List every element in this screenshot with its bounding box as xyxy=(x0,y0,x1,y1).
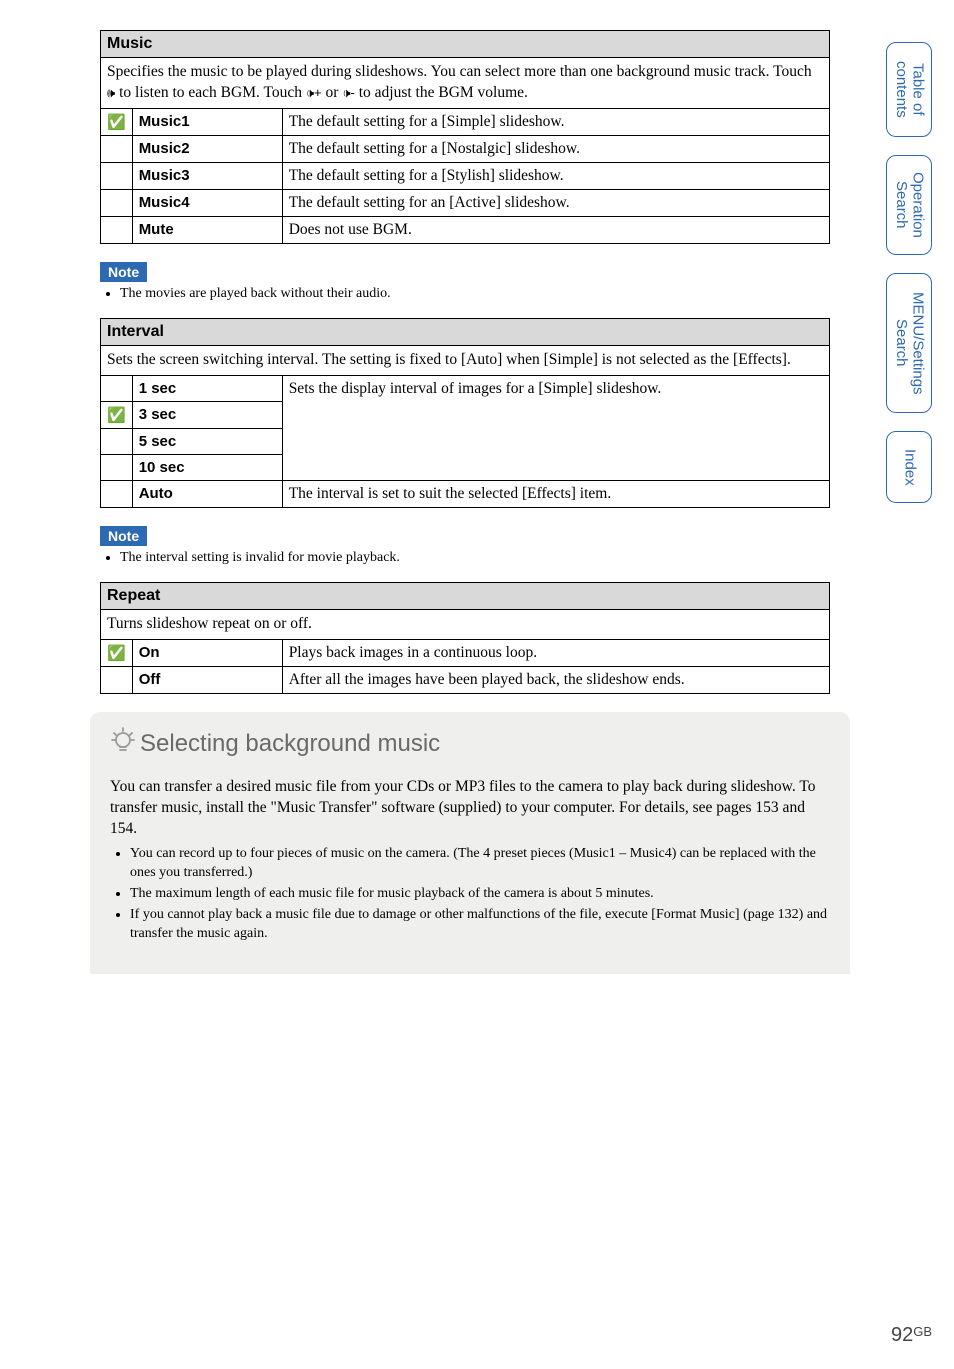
tip-title: Selecting background music xyxy=(110,726,830,763)
tip-text: You can transfer a desired music file fr… xyxy=(110,777,830,840)
table-row: MuteDoes not use BGM. xyxy=(101,216,830,243)
table-row: Music4The default setting for an [Active… xyxy=(101,189,830,216)
music-desc: Specifies the music to be played during … xyxy=(101,58,830,109)
val-cell: The interval is set to suit the selected… xyxy=(282,480,829,507)
repeat-desc: Turns slideshow repeat on or off. xyxy=(101,609,830,639)
interval-table: Interval Sets the screen switching inter… xyxy=(100,318,830,508)
key-cell: Mute xyxy=(132,216,282,243)
key-cell: Music4 xyxy=(132,189,282,216)
tab-label: MENU/Settings Search xyxy=(893,288,926,398)
check-cell xyxy=(101,428,133,454)
tip-item: The maximum length of each music file fo… xyxy=(130,885,830,904)
interval-desc: Sets the screen switching interval. The … xyxy=(101,345,830,375)
check-cell xyxy=(101,135,133,162)
check-cell: ✅ xyxy=(101,639,133,666)
val-cell: The default setting for a [Nostalgic] sl… xyxy=(282,135,829,162)
val-cell: The default setting for a [Simple] slide… xyxy=(282,108,829,135)
table-row: Music3The default setting for a [Stylish… xyxy=(101,162,830,189)
key-cell: On xyxy=(132,639,282,666)
table-row: AutoThe interval is set to suit the sele… xyxy=(101,480,830,507)
check-cell xyxy=(101,216,133,243)
val-cell: The default setting for an [Active] slid… xyxy=(282,189,829,216)
val-cell: Does not use BGM. xyxy=(282,216,829,243)
check-cell xyxy=(101,454,133,480)
key-cell: 3 sec xyxy=(132,401,282,428)
tab-index[interactable]: Index xyxy=(886,431,932,503)
key-cell: Off xyxy=(132,666,282,693)
note-tag: Note xyxy=(100,262,147,282)
key-cell: Auto xyxy=(132,480,282,507)
tip-box: Selecting background music You can trans… xyxy=(90,712,850,974)
tab-label: Table of contents xyxy=(893,57,926,122)
val-cell: After all the images have been played ba… xyxy=(282,666,829,693)
text: or xyxy=(322,84,343,101)
text: to adjust the BGM volume. xyxy=(355,84,528,101)
table-row: ✅ OnPlays back images in a continuous loo… xyxy=(101,639,830,666)
note-item: The interval setting is invalid for movi… xyxy=(120,550,830,566)
note-item: The movies are played back without their… xyxy=(120,286,830,302)
speaker-icon: 🕪 xyxy=(107,85,115,100)
side-tabs: Table of contents Operation Search MENU/… xyxy=(886,42,932,503)
tab-label: Index xyxy=(901,449,918,486)
note-list: The movies are played back without their… xyxy=(112,286,830,302)
interval-heading: Interval xyxy=(101,318,830,345)
note-list: The interval setting is invalid for movi… xyxy=(112,550,830,566)
check-cell: ✅ xyxy=(101,401,133,428)
tip-title-text: Selecting background music xyxy=(140,730,440,758)
key-cell: Music1 xyxy=(132,108,282,135)
table-row: OffAfter all the images have been played… xyxy=(101,666,830,693)
music-table: Music Specifies the music to be played d… xyxy=(100,30,830,244)
page-number: 92GB xyxy=(891,1324,932,1347)
check-icon: ✅ xyxy=(107,407,126,424)
tab-contents[interactable]: Table of contents xyxy=(886,42,932,137)
key-cell: Music3 xyxy=(132,162,282,189)
text: to listen to each BGM. Touch xyxy=(115,84,306,101)
tab-menu-settings-search[interactable]: MENU/Settings Search xyxy=(886,273,932,413)
check-cell xyxy=(101,666,133,693)
tip-item: You can record up to four pieces of musi… xyxy=(130,845,830,883)
repeat-heading: Repeat xyxy=(101,582,830,609)
music-heading: Music xyxy=(101,31,830,58)
table-row: Music2The default setting for a [Nostalg… xyxy=(101,135,830,162)
tab-operation-search[interactable]: Operation Search xyxy=(886,155,932,255)
check-icon: ✅ xyxy=(107,114,126,131)
check-cell xyxy=(101,189,133,216)
val-cell: The default setting for a [Stylish] slid… xyxy=(282,162,829,189)
key-cell: Music2 xyxy=(132,135,282,162)
check-cell xyxy=(101,162,133,189)
volume-up-icon: 🕩+ xyxy=(306,85,322,100)
repeat-table: Repeat Turns slideshow repeat on or off.… xyxy=(100,582,830,694)
table-row: 1 secSets the display interval of images… xyxy=(101,375,830,401)
page-body: Music Specifies the music to be played d… xyxy=(0,0,860,1004)
check-cell xyxy=(101,480,133,507)
page-number-value: 92 xyxy=(891,1324,913,1346)
key-cell: 5 sec xyxy=(132,428,282,454)
note-tag: Note xyxy=(100,526,147,546)
volume-down-icon: 🕩- xyxy=(342,85,355,100)
check-cell xyxy=(101,375,133,401)
lightbulb-icon xyxy=(110,726,136,763)
check-cell: ✅ xyxy=(101,108,133,135)
val-cell: Plays back images in a continuous loop. xyxy=(282,639,829,666)
text: Specifies the music to be played during … xyxy=(107,63,812,80)
tip-item: If you cannot play back a music file due… xyxy=(130,906,830,944)
tip-list: You can record up to four pieces of musi… xyxy=(122,845,830,943)
val-cell: Sets the display interval of images for … xyxy=(282,375,829,480)
table-row: ✅ Music1The default setting for a [Simple… xyxy=(101,108,830,135)
key-cell: 10 sec xyxy=(132,454,282,480)
page-suffix: GB xyxy=(913,1324,932,1339)
check-icon: ✅ xyxy=(107,645,126,662)
key-cell: 1 sec xyxy=(132,375,282,401)
tab-label: Operation Search xyxy=(893,170,926,240)
